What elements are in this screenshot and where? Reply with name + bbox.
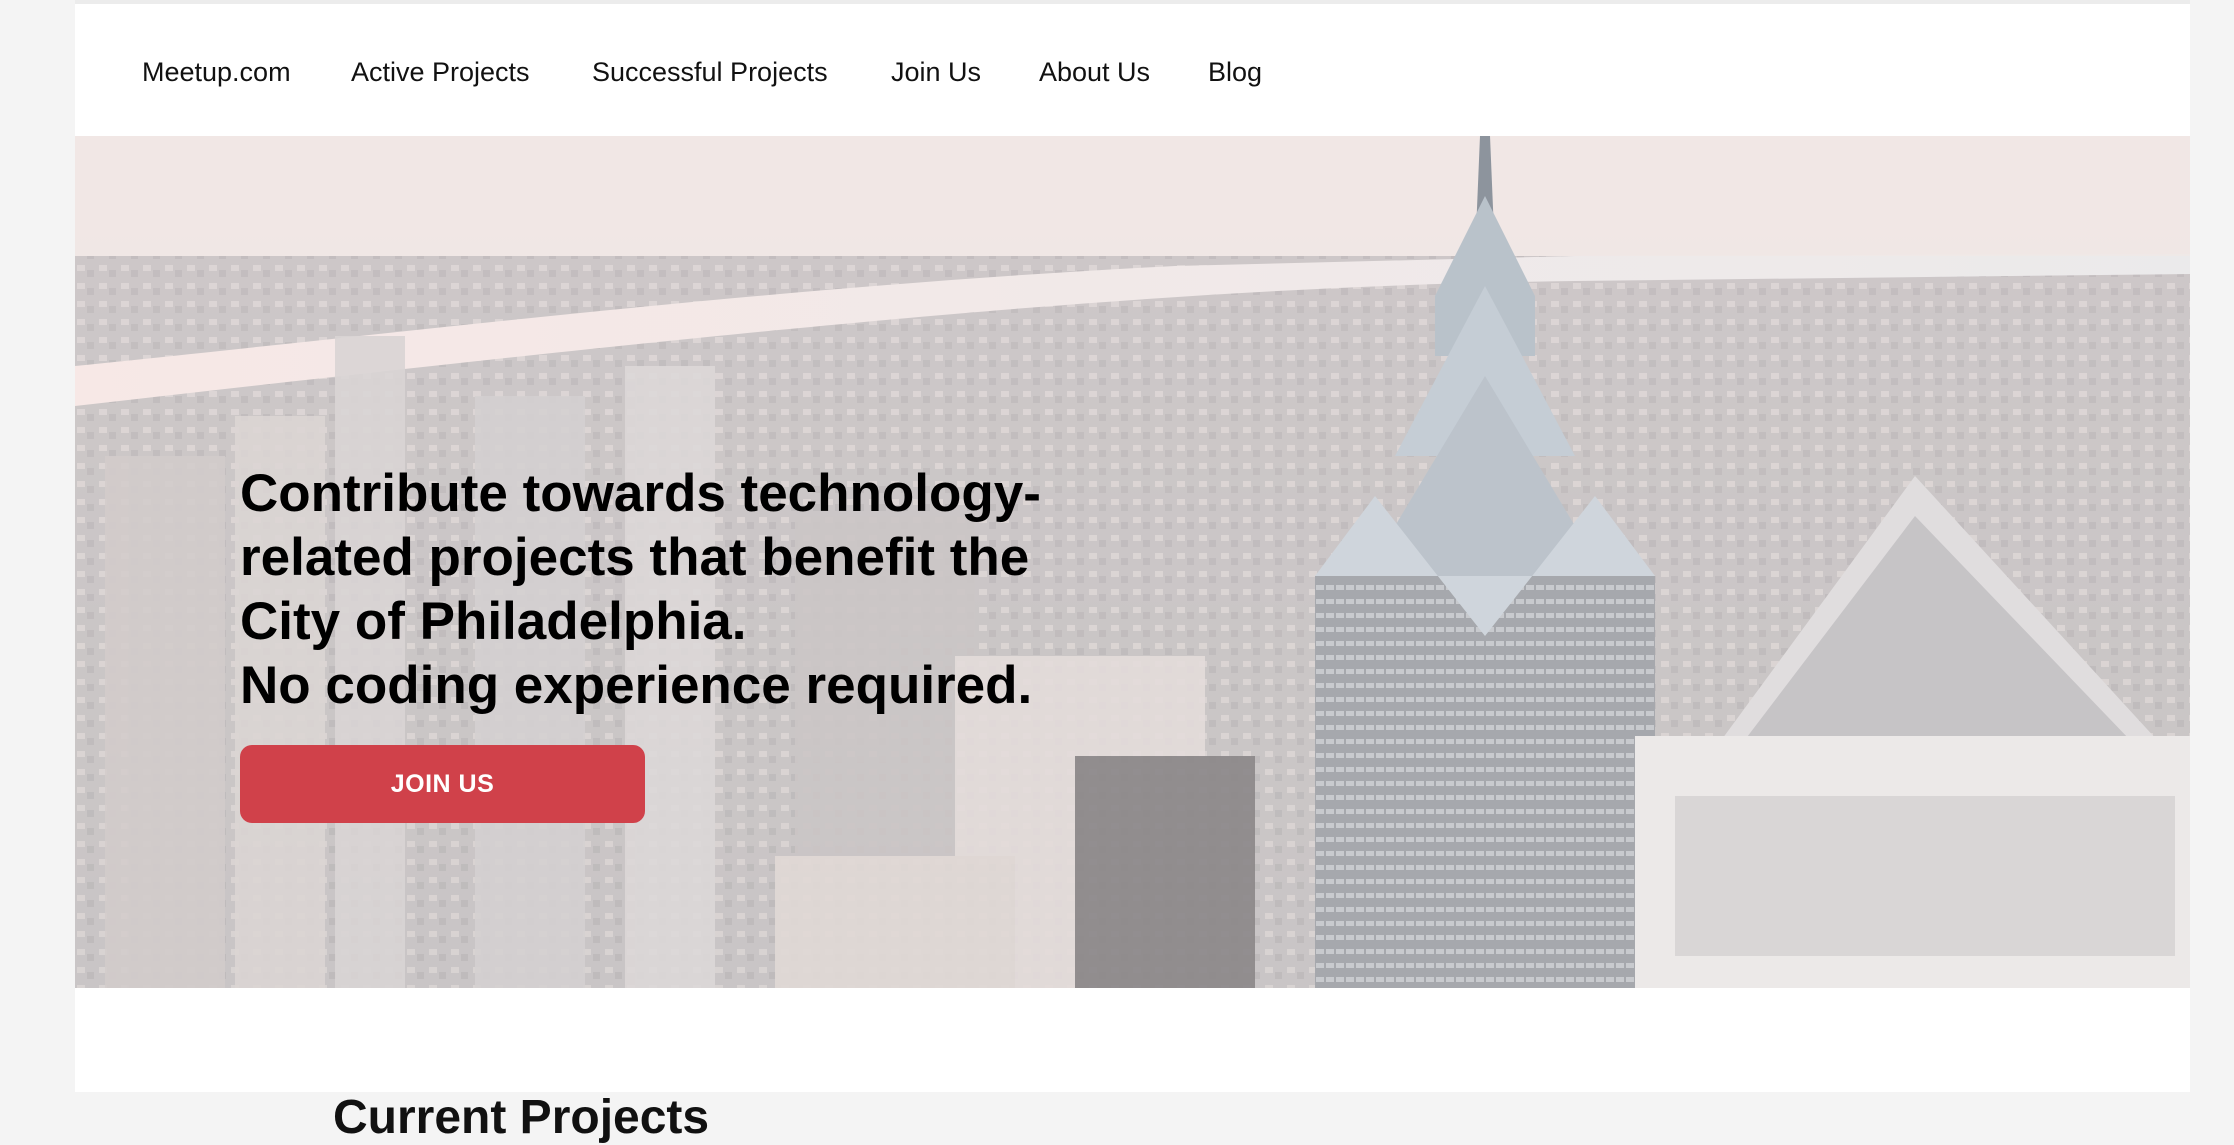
join-us-button[interactable]: JOIN US <box>240 745 645 823</box>
nav-active-projects-link[interactable]: Active Projects <box>351 55 530 89</box>
page-container: Meetup.com Active Projects Successful Pr… <box>75 0 2190 1144</box>
hero-headline-line-3: City of Philadelphia. <box>240 592 747 651</box>
hero-headline: Contribute towards technology- related p… <box>240 462 1140 718</box>
hero-headline-line-4: No coding experience required. <box>240 656 1033 715</box>
hero-banner: Contribute towards technology- related p… <box>75 136 2190 988</box>
nav-meetup-link[interactable]: Meetup.com <box>142 55 291 89</box>
hero-headline-line-1: Contribute towards technology- <box>240 464 1041 523</box>
hero-headline-line-2: related projects that benefit the <box>240 528 1030 587</box>
nav-about-us-link[interactable]: About Us <box>1039 55 1150 89</box>
current-projects-heading: Current Projects <box>333 1090 710 1144</box>
nav-blog-link[interactable]: Blog <box>1208 55 1262 89</box>
top-navigation: Meetup.com Active Projects Successful Pr… <box>75 4 2190 136</box>
nav-join-us-link[interactable]: Join Us <box>891 55 981 89</box>
nav-successful-projects-link[interactable]: Successful Projects <box>592 55 828 89</box>
